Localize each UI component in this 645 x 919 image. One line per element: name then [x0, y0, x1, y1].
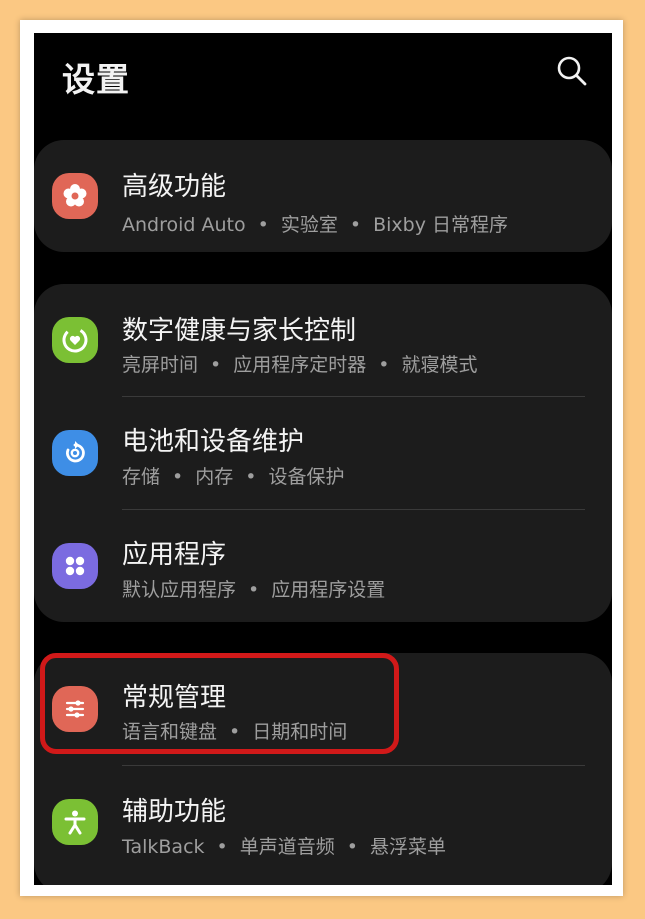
search-button[interactable] — [552, 51, 592, 91]
accessibility-icon — [52, 799, 98, 845]
settings-item-label: 电池和设备维护 — [122, 427, 305, 457]
settings-item-label: 数字健康与家长控制 — [122, 316, 357, 346]
settings-item-digital-wellbeing[interactable]: 数字健康与家长控制 亮屏时间 • 应用程序定时器 • 就寝模式 — [34, 284, 612, 396]
apps-icon — [52, 543, 98, 589]
settings-item-subtitle: 亮屏时间 • 应用程序定时器 • 就寝模式 — [122, 354, 478, 376]
settings-group-1: 高级功能 Android Auto • 实验室 • Bixby 日常程序 — [34, 140, 612, 252]
settings-item-label: 高级功能 — [122, 172, 227, 202]
highlight-annotation-box — [40, 653, 399, 754]
settings-item-subtitle: Android Auto • 实验室 • Bixby 日常程序 — [122, 214, 508, 236]
settings-item-label: 应用程序 — [122, 540, 227, 570]
settings-group-2: 数字健康与家长控制 亮屏时间 • 应用程序定时器 • 就寝模式 电池和设备维护 存储 • 内… — [34, 284, 612, 622]
settings-item-subtitle: 存储 • 内存 • 设备保护 — [122, 466, 345, 488]
search-icon — [557, 56, 587, 86]
settings-screen: 设置 高级功能 Android Auto • 实验室 • Bixby 日常程序 … — [34, 33, 612, 885]
advanced-features-icon — [52, 173, 98, 219]
settings-item-apps[interactable]: 应用程序 默认应用程序 • 应用程序设置 — [34, 510, 612, 622]
settings-item-advanced-features[interactable]: 高级功能 Android Auto • 实验室 • Bixby 日常程序 — [34, 140, 612, 252]
settings-item-label: 辅助功能 — [122, 797, 227, 827]
page-title: 设置 — [62, 60, 130, 99]
settings-item-subtitle: 默认应用程序 • 应用程序设置 — [122, 579, 386, 601]
settings-item-accessibility[interactable]: 辅助功能 TalkBack • 单声道音频 • 悬浮菜单 — [34, 766, 612, 878]
settings-item-subtitle: TalkBack • 单声道音频 • 悬浮菜单 — [122, 836, 446, 858]
digital-wellbeing-icon — [52, 317, 98, 363]
device-care-icon — [52, 430, 98, 476]
settings-item-device-care[interactable]: 电池和设备维护 存储 • 内存 • 设备保护 — [34, 397, 612, 509]
